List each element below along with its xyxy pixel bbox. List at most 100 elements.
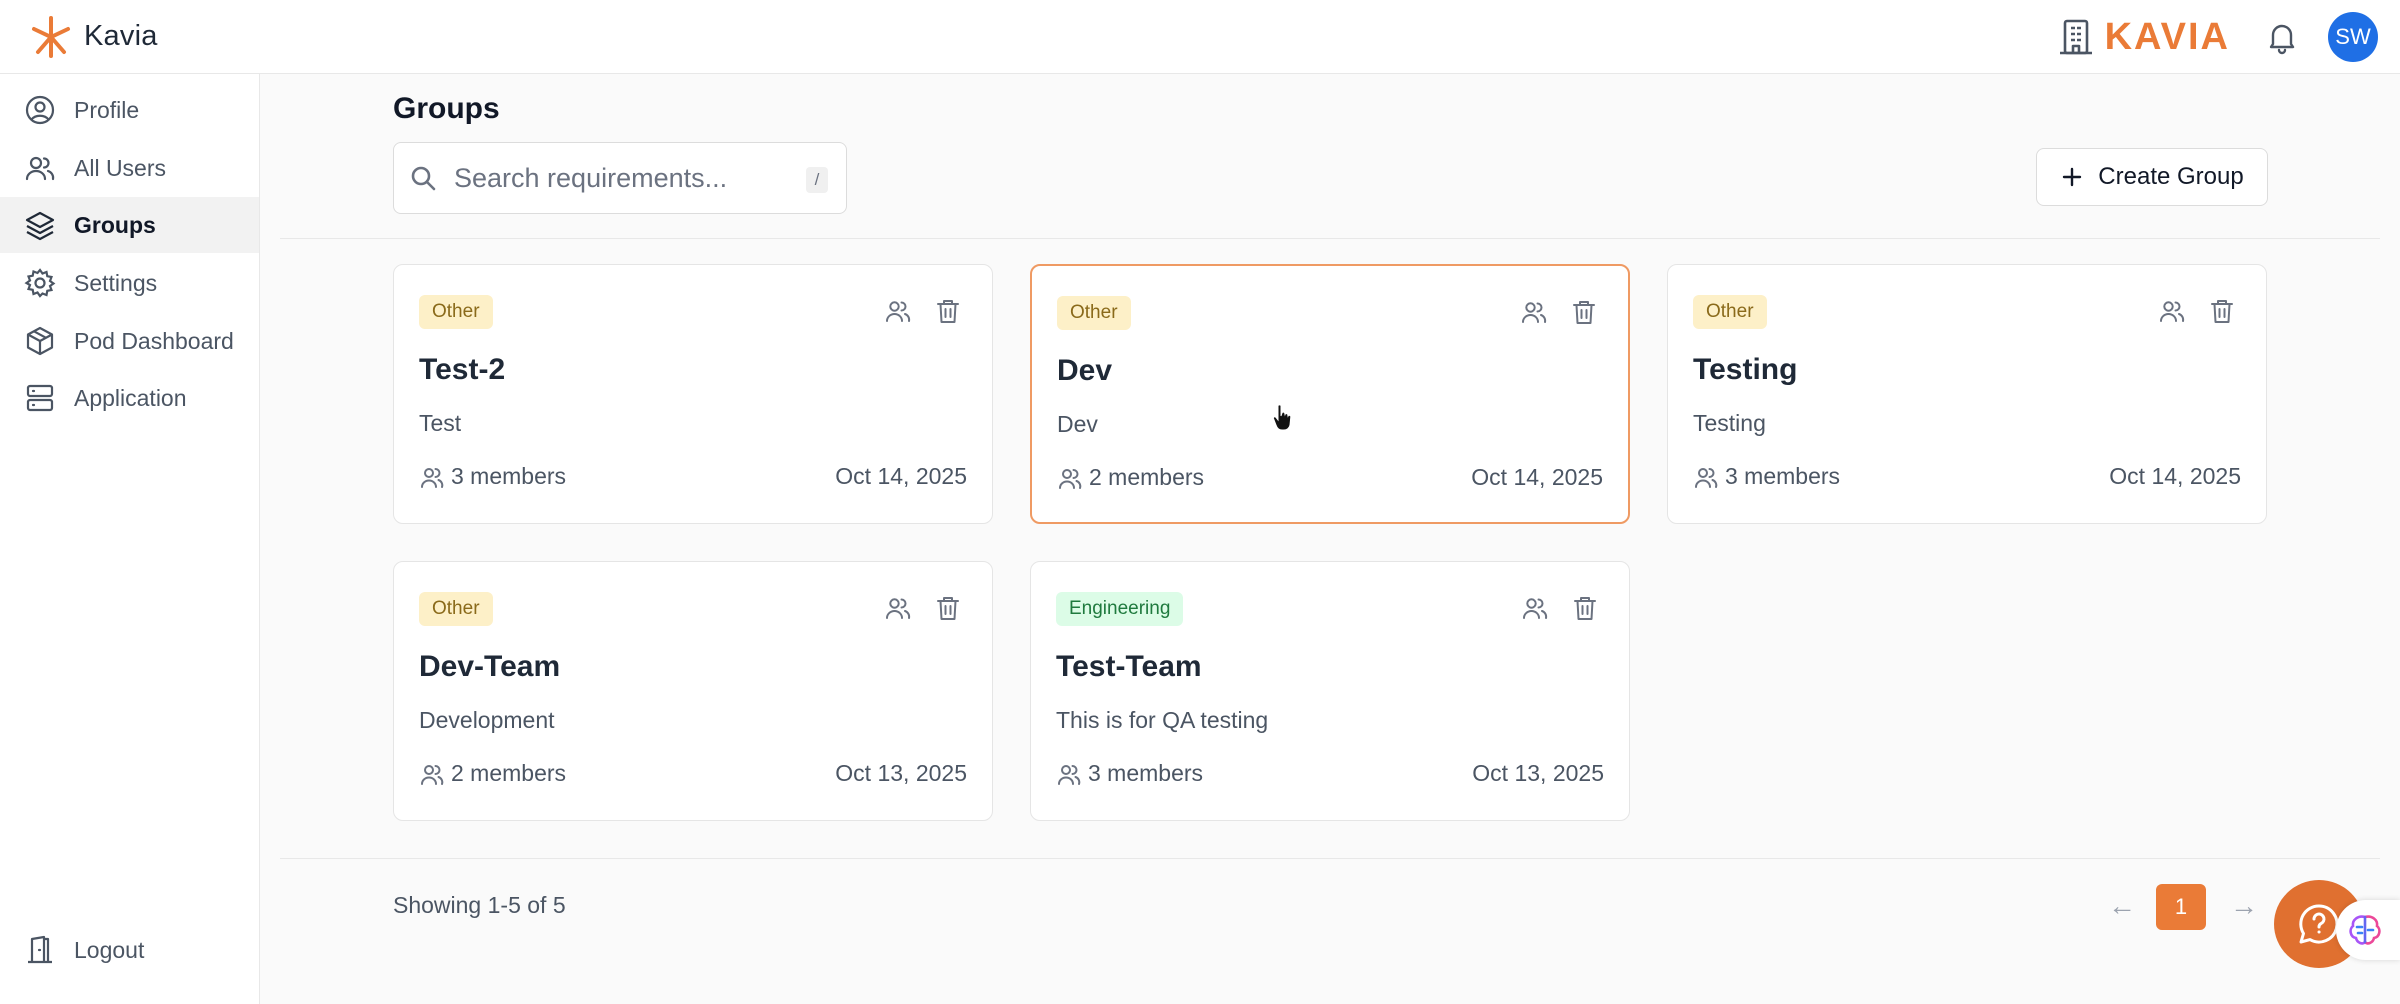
trash-icon[interactable] xyxy=(1570,298,1598,326)
door-exit-icon xyxy=(28,935,52,964)
group-card[interactable]: Other Testing Testing 3 members Oct 14, … xyxy=(1667,264,2267,524)
category-badge: Engineering xyxy=(1056,592,1184,626)
sidebar-item-label: All Users xyxy=(74,154,167,181)
brand[interactable]: Kavia xyxy=(28,14,158,60)
members-label: 3 members xyxy=(451,463,567,489)
sidebar-item-label: Application xyxy=(74,384,187,411)
sidebar: Profile All Users Groups Settings Pod Da… xyxy=(0,74,260,1004)
trash-icon[interactable] xyxy=(934,297,962,325)
group-card[interactable]: Other Test-2 Test 3 members Oct 14, 2025 xyxy=(393,264,993,524)
members-count: 2 members xyxy=(419,760,566,787)
layers-icon xyxy=(25,211,55,241)
previous-page-button[interactable]: ← xyxy=(2108,890,2136,922)
group-description: Testing xyxy=(1693,410,1766,436)
created-date: Oct 14, 2025 xyxy=(835,463,967,489)
sidebar-item-label: Pod Dashboard xyxy=(74,327,234,354)
page-title: Groups xyxy=(393,92,500,125)
group-description: This is for QA testing xyxy=(1056,707,1269,733)
members-icon xyxy=(1695,467,1718,488)
group-name: Testing xyxy=(1693,353,1798,386)
create-group-button[interactable]: Create Group xyxy=(2036,148,2268,206)
trash-icon[interactable] xyxy=(934,594,962,622)
cube-icon xyxy=(26,326,54,356)
bell-icon[interactable] xyxy=(2264,19,2300,55)
card-footer: 2 members Oct 14, 2025 xyxy=(1057,464,1603,491)
pagination-summary: Showing 1-5 of 5 xyxy=(393,892,566,918)
group-card[interactable]: Engineering Test-Team This is for QA tes… xyxy=(1030,561,1630,821)
sidebar-item-settings[interactable]: Settings xyxy=(0,255,259,311)
created-date: Oct 13, 2025 xyxy=(1472,760,1604,786)
sidebar-item-groups[interactable]: Groups xyxy=(0,197,259,253)
card-footer: 3 members Oct 14, 2025 xyxy=(419,463,967,490)
kavia-asterisk-icon xyxy=(32,15,70,58)
users-icon xyxy=(25,156,55,181)
gear-icon xyxy=(24,268,56,298)
members-label: 3 members xyxy=(1725,463,1841,489)
main-content: Groups / Create Group Other Test-2 Test … xyxy=(280,74,2400,1004)
manage-members-icon[interactable] xyxy=(884,594,912,622)
group-card[interactable]: Other Dev Dev 2 members Oct 14, 2025 xyxy=(1030,264,1630,524)
search-box[interactable]: / xyxy=(393,142,847,214)
group-card[interactable]: Other Dev-Team Development 2 members Oct… xyxy=(393,561,993,821)
manage-members-icon[interactable] xyxy=(1521,594,1549,622)
card-footer: 3 members Oct 14, 2025 xyxy=(1693,463,2241,490)
members-label: 2 members xyxy=(1089,464,1205,490)
card-actions xyxy=(862,297,962,325)
user-circle-icon xyxy=(25,95,55,125)
sidebar-item-label: Settings xyxy=(74,269,158,296)
sidebar-item-pod-dashboard[interactable]: Pod Dashboard xyxy=(0,313,259,369)
next-page-button[interactable]: → xyxy=(2230,890,2258,922)
manage-members-icon[interactable] xyxy=(884,297,912,325)
card-actions xyxy=(1498,298,1598,326)
brand-name: Kavia xyxy=(84,20,158,52)
logout-label: Logout xyxy=(74,936,145,963)
brain-icon xyxy=(2349,915,2381,945)
category-badge: Other xyxy=(419,295,493,329)
members-count: 3 members xyxy=(419,463,566,490)
members-icon xyxy=(421,764,444,785)
top-bar: Kavia KAVIA SW xyxy=(0,0,2400,74)
sidebar-item-profile[interactable]: Profile xyxy=(0,82,259,138)
question-bubble-icon xyxy=(2299,904,2339,944)
ai-assistant-button[interactable] xyxy=(2336,900,2400,960)
logout-button[interactable]: Logout xyxy=(0,922,259,978)
card-footer: 3 members Oct 13, 2025 xyxy=(1056,760,1604,787)
divider xyxy=(280,858,2380,859)
group-description: Test xyxy=(419,410,462,436)
category-badge: Other xyxy=(419,592,493,626)
category-badge: Other xyxy=(1057,296,1131,330)
members-count: 2 members xyxy=(1057,464,1204,491)
group-description: Dev xyxy=(1057,411,1098,437)
members-count: 3 members xyxy=(1056,760,1203,787)
members-label: 2 members xyxy=(451,760,567,786)
group-description: Development xyxy=(419,707,555,733)
card-actions xyxy=(862,594,962,622)
sidebar-item-label: Profile xyxy=(74,96,140,123)
sidebar-item-all-users[interactable]: All Users xyxy=(0,140,259,196)
members-count: 3 members xyxy=(1693,463,1840,490)
card-footer: 2 members Oct 13, 2025 xyxy=(419,760,967,787)
members-label: 3 members xyxy=(1088,760,1204,786)
sidebar-item-application[interactable]: Application xyxy=(0,370,259,426)
page-button-current[interactable]: 1 xyxy=(2156,884,2206,930)
members-icon xyxy=(1058,764,1081,785)
plus-icon xyxy=(2063,167,2082,187)
avatar[interactable]: SW xyxy=(2328,12,2378,62)
search-shortcut-hint: / xyxy=(806,167,828,193)
manage-members-icon[interactable] xyxy=(2158,297,2186,325)
search-input[interactable] xyxy=(454,162,794,194)
members-icon xyxy=(1059,468,1082,489)
group-name: Test-2 xyxy=(419,353,506,386)
trash-icon[interactable] xyxy=(1571,594,1599,622)
divider xyxy=(280,238,2380,239)
manage-members-icon[interactable] xyxy=(1520,298,1548,326)
create-group-label: Create Group xyxy=(2098,163,2244,190)
search-icon xyxy=(411,166,436,191)
created-date: Oct 14, 2025 xyxy=(2109,463,2241,489)
kavia-wordmark: KAVIA xyxy=(2104,15,2230,58)
top-right-controls: KAVIA SW xyxy=(2057,0,2378,74)
trash-icon[interactable] xyxy=(2208,297,2236,325)
created-date: Oct 13, 2025 xyxy=(835,760,967,786)
building-icon xyxy=(2059,19,2092,55)
group-name: Test-Team xyxy=(1056,650,1202,683)
